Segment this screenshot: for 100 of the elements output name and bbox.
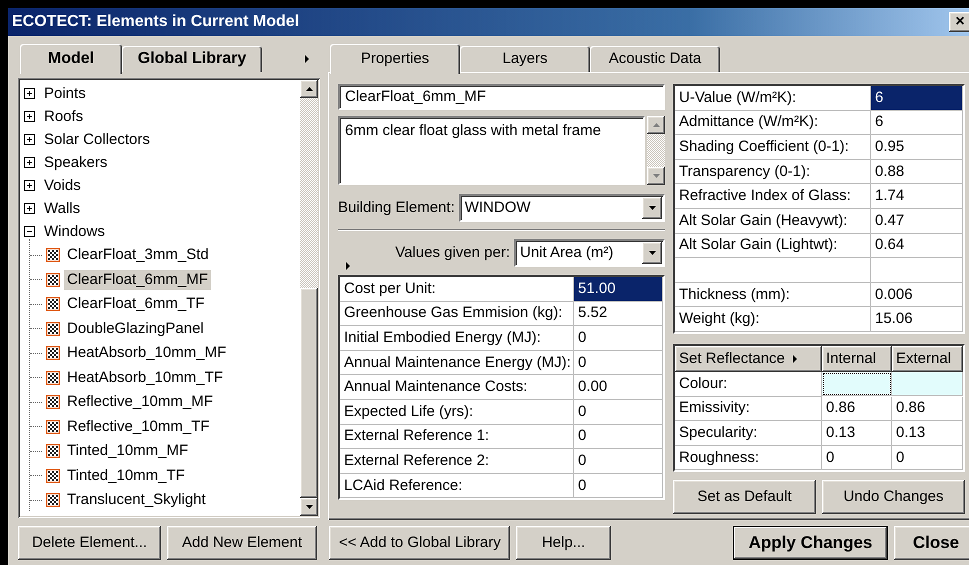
dropdown[interactable]: Unit Area (m²) xyxy=(514,239,665,267)
property-value[interactable]: 0 xyxy=(822,446,892,470)
expand-icon[interactable] xyxy=(24,180,35,191)
material-icon xyxy=(46,346,60,360)
expand-icon[interactable] xyxy=(24,134,35,145)
button[interactable]: Delete Element... xyxy=(18,526,161,560)
material-icon xyxy=(46,297,60,312)
property-label: LCAid Reference: xyxy=(340,474,574,498)
dropdown[interactable]: WINDOW xyxy=(458,194,665,222)
property-value[interactable]: 0 xyxy=(574,474,663,498)
scroll-thumb[interactable] xyxy=(300,288,318,498)
button[interactable]: Add New Element xyxy=(167,526,317,560)
material-icon xyxy=(46,493,60,508)
tree-item[interactable]: Tinted_10mm_TF xyxy=(64,466,188,486)
property-value[interactable]: 0 xyxy=(574,424,663,450)
name-field[interactable]: ClearFloat_6mm_MF xyxy=(338,84,665,110)
column-header: Internal xyxy=(822,346,892,372)
property-label: Expected Life (yrs): xyxy=(340,400,574,425)
button[interactable]: Undo Changes xyxy=(822,480,965,514)
tree-item[interactable]: ClearFloat_3mm_Std xyxy=(64,245,212,266)
property-value[interactable]: 0.00 xyxy=(574,375,663,400)
property-value[interactable]: 0.64 xyxy=(871,234,963,258)
scroll-down-button[interactable] xyxy=(300,498,318,516)
property-label: Admittance (W/m²K): xyxy=(675,110,871,136)
close-button[interactable]: × xyxy=(949,12,969,32)
property-label: Shading Coefficient (0-1): xyxy=(675,135,871,160)
property-value[interactable]: 0 xyxy=(574,326,663,351)
scroll-up-button[interactable] xyxy=(300,80,318,98)
property-label: Annual Maintenance Costs: xyxy=(340,375,574,400)
button[interactable]: Close xyxy=(894,526,969,560)
tree-item[interactable]: Windows xyxy=(41,222,108,242)
tree-item[interactable]: Roofs xyxy=(41,106,86,126)
collapse-icon[interactable] xyxy=(24,226,35,237)
property-value[interactable]: 0.88 xyxy=(871,160,963,184)
expand-icon[interactable] xyxy=(24,88,35,99)
tree-item[interactable]: Walls xyxy=(41,198,84,218)
property-label: Greenhouse Gas Emmision (kg): xyxy=(340,302,574,326)
property-label: Specularity: xyxy=(675,421,822,446)
button[interactable]: Help... xyxy=(516,526,611,560)
property-value[interactable]: 0.006 xyxy=(871,282,963,308)
tab[interactable]: Acoustic Data xyxy=(590,46,720,72)
tree-item[interactable]: Speakers xyxy=(41,152,110,172)
material-icon xyxy=(46,420,60,434)
tree-item[interactable]: ClearFloat_6mm_TF xyxy=(64,294,208,314)
property-value[interactable]: 1.74 xyxy=(871,184,963,209)
property-value[interactable]: 0.47 xyxy=(871,208,963,234)
tree-item[interactable]: Tinted_10mm_MF xyxy=(64,441,192,462)
tree-item[interactable]: Solar Collectors xyxy=(41,130,153,150)
property-value[interactable]: 5.52 xyxy=(574,302,663,326)
material-icon xyxy=(46,395,60,410)
tree-item[interactable]: Reflective_10mm_MF xyxy=(64,392,216,412)
property-value[interactable]: 0.86 xyxy=(892,396,963,422)
description-field[interactable]: 6mm clear float glass with metal frame xyxy=(338,116,645,185)
expand-icon[interactable] xyxy=(24,111,35,122)
tree-item[interactable]: HeatAbsorb_10mm_MF xyxy=(64,343,230,364)
triangle-right-icon xyxy=(790,354,800,364)
property-value[interactable]: 0 xyxy=(574,400,663,425)
field-label: Building Element: xyxy=(338,199,455,217)
expand-icon[interactable] xyxy=(24,157,35,168)
property-value[interactable]: 0 xyxy=(892,446,963,470)
property-value[interactable]: 0.13 xyxy=(892,421,963,446)
button[interactable]: Apply Changes xyxy=(733,526,888,560)
set-reflectance-button[interactable]: Set Reflectance xyxy=(675,346,822,372)
property-label: Roughness: xyxy=(675,446,822,470)
property-value[interactable]: 0.13 xyxy=(822,421,892,446)
property-value[interactable]: 0.86 xyxy=(822,396,892,422)
colour-swatch[interactable] xyxy=(822,372,892,396)
scroll-down-button[interactable] xyxy=(647,167,665,185)
property-label: External Reference 1: xyxy=(340,424,574,450)
colour-swatch[interactable] xyxy=(892,372,963,396)
material-icon xyxy=(46,248,60,262)
property-value[interactable]: 6 xyxy=(871,110,963,136)
tree-item[interactable]: Reflective_10mm_TF xyxy=(64,416,213,437)
tab[interactable]: Layers xyxy=(460,46,590,72)
tree-item[interactable]: ClearFloat_6mm_MF xyxy=(64,270,211,290)
property-label: Alt Solar Gain (Lightwt): xyxy=(675,234,871,258)
tree-item[interactable]: DoubleGlazingPanel xyxy=(64,318,207,339)
tree-item[interactable]: Translucent_Skylight xyxy=(64,490,209,510)
property-value[interactable]: 51.00 xyxy=(574,277,663,302)
tab[interactable]: Global Library xyxy=(122,46,262,72)
tree-item[interactable]: HeatAbsorb_10mm_TF xyxy=(64,368,226,388)
property-value[interactable]: 0 xyxy=(574,449,663,474)
property-value[interactable]: 15.06 xyxy=(871,307,963,332)
property-label: Annual Maintenance Energy (MJ): xyxy=(340,350,574,376)
triangle-right-icon xyxy=(303,54,312,64)
property-value[interactable]: 0.95 xyxy=(871,135,963,160)
property-label: Transparency (0-1): xyxy=(675,160,871,184)
tab[interactable]: Properties xyxy=(330,44,460,74)
property-label: U-Value (W/m²K): xyxy=(675,86,871,111)
expand-icon[interactable] xyxy=(24,203,35,214)
scroll-up-button[interactable] xyxy=(647,116,665,134)
button[interactable]: << Add to Global Library xyxy=(329,526,510,560)
tab[interactable]: Model xyxy=(20,44,122,74)
property-label: Alt Solar Gain (Heavywt): xyxy=(675,208,871,234)
tree-item[interactable]: Points xyxy=(41,84,89,104)
button[interactable]: Set as Default xyxy=(673,480,816,514)
property-value[interactable]: 0 xyxy=(574,350,663,376)
property-value[interactable]: 6 xyxy=(871,86,963,111)
material-icon xyxy=(46,272,60,287)
tree-item[interactable]: Voids xyxy=(41,176,84,196)
